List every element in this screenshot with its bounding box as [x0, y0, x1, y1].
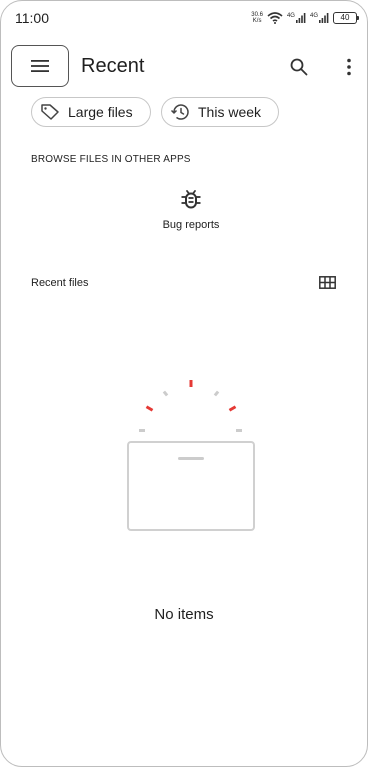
cell-signal-2-label: 4G: [309, 13, 318, 19]
wifi-icon: [267, 12, 283, 24]
sparkle-mark: [139, 429, 145, 432]
bug-reports-label: Bug reports: [162, 219, 220, 231]
empty-state-illustration: [127, 380, 255, 531]
status-icons: 30.6 K/s 4G 4G 40: [251, 12, 359, 24]
network-speed-unit: K/s: [252, 18, 262, 24]
phone-screen: 11:00 30.6 K/s 4G 4G 40 Recent Large fil…: [0, 0, 368, 767]
sparkle-mark: [236, 429, 242, 432]
status-bar: 11:00 30.6 K/s 4G 4G 40: [1, 1, 367, 35]
signal-bars-icon: [319, 13, 329, 23]
empty-state-message: No items: [154, 606, 214, 623]
bug-reports-shortcut[interactable]: Bug reports: [141, 187, 241, 251]
sparkle-mark: [228, 405, 237, 412]
search-button[interactable]: [287, 55, 311, 79]
hamburger-menu-icon: [31, 60, 49, 72]
sparkle-mark: [189, 380, 193, 387]
chip-label: Large files: [68, 104, 133, 120]
chip-this-week[interactable]: This week: [161, 97, 279, 127]
cell-signal-1-label: 4G: [286, 13, 295, 19]
more-vert-icon: [347, 58, 351, 76]
cell-signal-2: 4G: [310, 13, 329, 23]
cell-signal-1: 4G: [287, 13, 306, 23]
network-speed: 30.6 K/s: [251, 12, 263, 24]
tag-icon: [41, 104, 59, 120]
more-options-button[interactable]: [341, 55, 357, 79]
search-icon: [290, 58, 308, 76]
empty-folder-slot: [178, 457, 204, 460]
sparkle-mark: [162, 390, 169, 397]
bug-icon: [181, 190, 201, 209]
navigation-menu-button[interactable]: [11, 45, 69, 87]
battery-icon: 40: [333, 12, 359, 24]
recent-files-label: Recent files: [31, 277, 89, 289]
browse-section-heading: BROWSE FILES IN OTHER APPS: [31, 154, 191, 165]
history-icon: [170, 104, 189, 120]
page-title: Recent: [81, 55, 145, 77]
chip-large-files[interactable]: Large files: [31, 97, 151, 127]
signal-bars-icon: [295, 13, 306, 23]
grid-view-toggle[interactable]: [318, 274, 336, 290]
sparkle-mark: [145, 405, 154, 412]
chip-label: This week: [198, 104, 262, 120]
empty-folder-box: [127, 441, 255, 531]
status-time: 11:00: [15, 10, 49, 26]
grid-view-icon: [318, 275, 336, 289]
sparkle-mark: [213, 390, 220, 397]
